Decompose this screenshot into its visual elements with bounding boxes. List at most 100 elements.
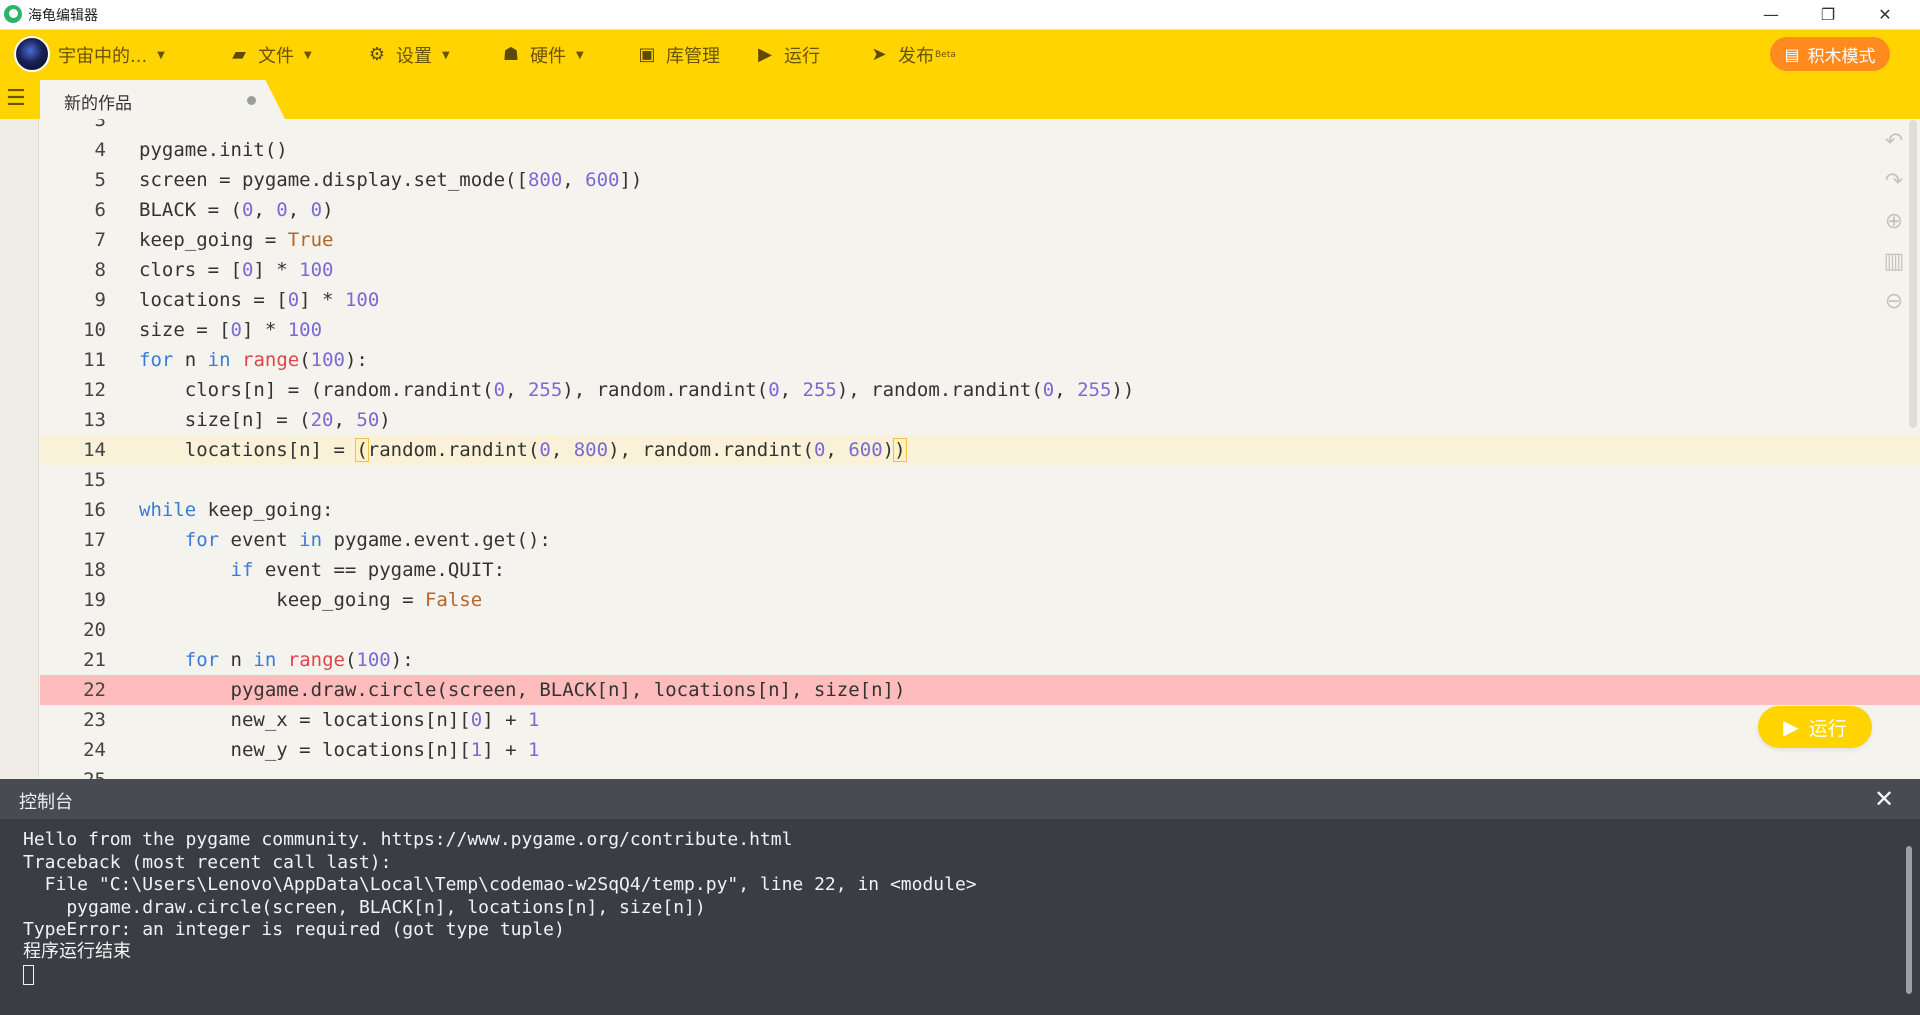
code-line[interactable]: 12 clors[n] = (random.randint(0, 255), r… bbox=[40, 375, 1920, 405]
zoom-out-icon[interactable]: ⊖ bbox=[1880, 288, 1908, 316]
code-line[interactable]: 24 new_y = locations[n][1] + 1 bbox=[40, 735, 1920, 765]
code-text: new_x = locations[n][0] + 1 bbox=[139, 709, 540, 731]
code-line[interactable]: 4 pygame.init() bbox=[40, 135, 1920, 165]
console-line: File "C:\Users\Lenovo\AppData\Local\Temp… bbox=[23, 874, 977, 895]
menu-run[interactable]: ▶ 运行 bbox=[754, 42, 820, 68]
chevron-down-icon: ▼ bbox=[442, 49, 450, 61]
code-text: size[n] = (20, 50) bbox=[139, 409, 391, 431]
line-number: 19 bbox=[83, 589, 106, 611]
format-icon[interactable]: ▥ bbox=[1880, 248, 1908, 276]
send-icon: ➤ bbox=[871, 44, 887, 65]
menu-library-label: 库管理 bbox=[666, 46, 720, 67]
code-line[interactable]: 23 new_x = locations[n][0] + 1 bbox=[40, 705, 1920, 735]
gutter-bar bbox=[0, 119, 39, 779]
code-line[interactable]: 11 for n in range(100): bbox=[40, 345, 1920, 375]
console-header: 控制台 ✕ bbox=[0, 779, 1920, 819]
block-mode-label: 积木模式 bbox=[1807, 46, 1876, 67]
line-number: 24 bbox=[83, 739, 106, 761]
code-line[interactable]: 20 bbox=[40, 615, 1920, 645]
gear-icon: ⚙ bbox=[368, 44, 386, 65]
code-text: locations = [0] * 100 bbox=[139, 289, 380, 311]
user-name: 宇宙中的... bbox=[58, 46, 148, 67]
sidebar-toggle-icon[interactable]: ☰ bbox=[6, 88, 30, 112]
block-mode-button[interactable]: ▤ 积木模式 bbox=[1770, 37, 1890, 71]
code-text: keep_going = False bbox=[139, 589, 483, 611]
editor-scrollbar[interactable] bbox=[1909, 120, 1917, 428]
code-line[interactable]: 6 BLACK = (0, 0, 0) bbox=[40, 195, 1920, 225]
run-button-label: 运行 bbox=[1808, 717, 1847, 740]
line-number: 13 bbox=[83, 409, 106, 431]
code-line[interactable]: 10 size = [0] * 100 bbox=[40, 315, 1920, 345]
menu-publish[interactable]: ➤ 发布 Beta bbox=[868, 42, 956, 68]
console-output[interactable]: Hello from the pygame community. https:/… bbox=[0, 819, 1920, 1015]
line-number: 20 bbox=[83, 619, 106, 641]
robot-icon: ☗ bbox=[502, 44, 520, 65]
console-input-cursor[interactable] bbox=[23, 964, 34, 986]
code-text: if event == pygame.QUIT: bbox=[230, 559, 506, 581]
menu-file-label: 文件 bbox=[258, 46, 294, 67]
beta-badge: Beta bbox=[935, 50, 956, 60]
play-icon: ▶ bbox=[758, 44, 772, 65]
code-line[interactable]: 21 for n in range(100): bbox=[40, 645, 1920, 675]
line-number: 21 bbox=[83, 649, 106, 671]
title-bar: 海龟编辑器 — ❐ ✕ bbox=[0, 0, 1920, 30]
code-text: BLACK = (0, 0, 0) bbox=[139, 199, 334, 221]
zoom-in-icon[interactable]: ⊕ bbox=[1880, 208, 1908, 236]
menu-publish-label: 发布 bbox=[898, 46, 934, 67]
line-number: 5 bbox=[94, 169, 106, 191]
play-icon: ▶ bbox=[1783, 715, 1799, 739]
menu-hardware[interactable]: ☗ 硬件 ▼ bbox=[500, 42, 584, 68]
code-text: clors[n] = (random.randint(0, 255), rand… bbox=[139, 379, 1135, 401]
avatar[interactable] bbox=[14, 36, 50, 72]
line-number: 3 bbox=[94, 119, 106, 131]
menu-file[interactable]: ▰ 文件 ▼ bbox=[228, 42, 312, 68]
redo-icon[interactable]: ↷ bbox=[1880, 168, 1908, 196]
code-line[interactable]: 18 if event == pygame.QUIT: bbox=[40, 555, 1920, 585]
code-line[interactable]: 5 screen = pygame.display.set_mode([800, … bbox=[40, 165, 1920, 195]
code-line[interactable]: 17 for event in pygame.event.get(): bbox=[40, 525, 1920, 555]
code-line[interactable]: 16 while keep_going: bbox=[40, 495, 1920, 525]
console-line: Traceback (most recent call last): bbox=[23, 852, 392, 873]
menu-hardware-label: 硬件 bbox=[530, 46, 566, 67]
tab-label: 新的作品 bbox=[64, 94, 132, 114]
code-line[interactable]: 3 bbox=[40, 119, 1920, 135]
maximize-button[interactable]: ❐ bbox=[1800, 0, 1856, 29]
editor-tools: ↶ ↷ ⊕ ▥ ⊖ bbox=[1880, 128, 1910, 328]
code-text: for n in range(100): bbox=[139, 349, 368, 371]
code-editor[interactable]: 3 4 pygame.init() 5 screen = pygame.display.… bbox=[0, 119, 1920, 779]
chevron-down-icon: ▼ bbox=[157, 49, 165, 61]
line-number: 23 bbox=[83, 709, 106, 731]
code-line[interactable]: 9 locations = [0] * 100 bbox=[40, 285, 1920, 315]
chevron-down-icon: ▼ bbox=[304, 49, 312, 61]
code-text: clors = [0] * 100 bbox=[139, 259, 334, 281]
console-title: 控制台 bbox=[19, 792, 73, 813]
code-line[interactable]: 14 locations[n] = (random.randint(0, 800… bbox=[40, 435, 1920, 465]
code-text: screen = pygame.display.set_mode([800, 6… bbox=[139, 169, 643, 191]
tab-new-work[interactable]: 新的作品 bbox=[40, 80, 285, 119]
close-icon[interactable]: ✕ bbox=[1874, 785, 1894, 813]
line-number: 14 bbox=[83, 439, 106, 461]
line-number: 22 bbox=[83, 679, 106, 701]
folder-icon: ▰ bbox=[232, 44, 246, 65]
code-line[interactable]: 7 keep_going = True bbox=[40, 225, 1920, 255]
code-line[interactable]: 22 pygame.draw.circle(screen, BLACK[n], … bbox=[40, 675, 1920, 705]
code-text: for n in range(100): bbox=[184, 649, 414, 671]
undo-icon[interactable]: ↶ bbox=[1880, 128, 1908, 156]
code-text: for event in pygame.event.get(): bbox=[184, 529, 551, 551]
code-line[interactable]: 25 bbox=[40, 765, 1920, 779]
tabs-row: ☰ 新的作品 bbox=[0, 80, 1920, 119]
user-menu[interactable]: 宇宙中的... ▼ bbox=[58, 42, 165, 68]
code-line[interactable]: 8 clors = [0] * 100 bbox=[40, 255, 1920, 285]
code-line[interactable]: 15 bbox=[40, 465, 1920, 495]
close-button[interactable]: ✕ bbox=[1857, 0, 1913, 29]
code-text: while keep_going: bbox=[139, 499, 334, 521]
menu-row: 宇宙中的... ▼ ▰ 文件 ▼ ⚙ 设置 ▼ ☗ 硬件 ▼ ▣ 库管理 ▶ 运… bbox=[0, 30, 1920, 78]
code-line[interactable]: 19 keep_going = False bbox=[40, 585, 1920, 615]
minimize-button[interactable]: — bbox=[1743, 0, 1799, 29]
menu-settings[interactable]: ⚙ 设置 ▼ bbox=[366, 42, 450, 68]
console-scrollbar[interactable] bbox=[1906, 846, 1912, 994]
line-number: 12 bbox=[83, 379, 106, 401]
menu-library[interactable]: ▣ 库管理 bbox=[636, 42, 720, 68]
code-line[interactable]: 13 size[n] = (20, 50) bbox=[40, 405, 1920, 435]
run-button[interactable]: ▶ 运行 bbox=[1758, 706, 1872, 748]
